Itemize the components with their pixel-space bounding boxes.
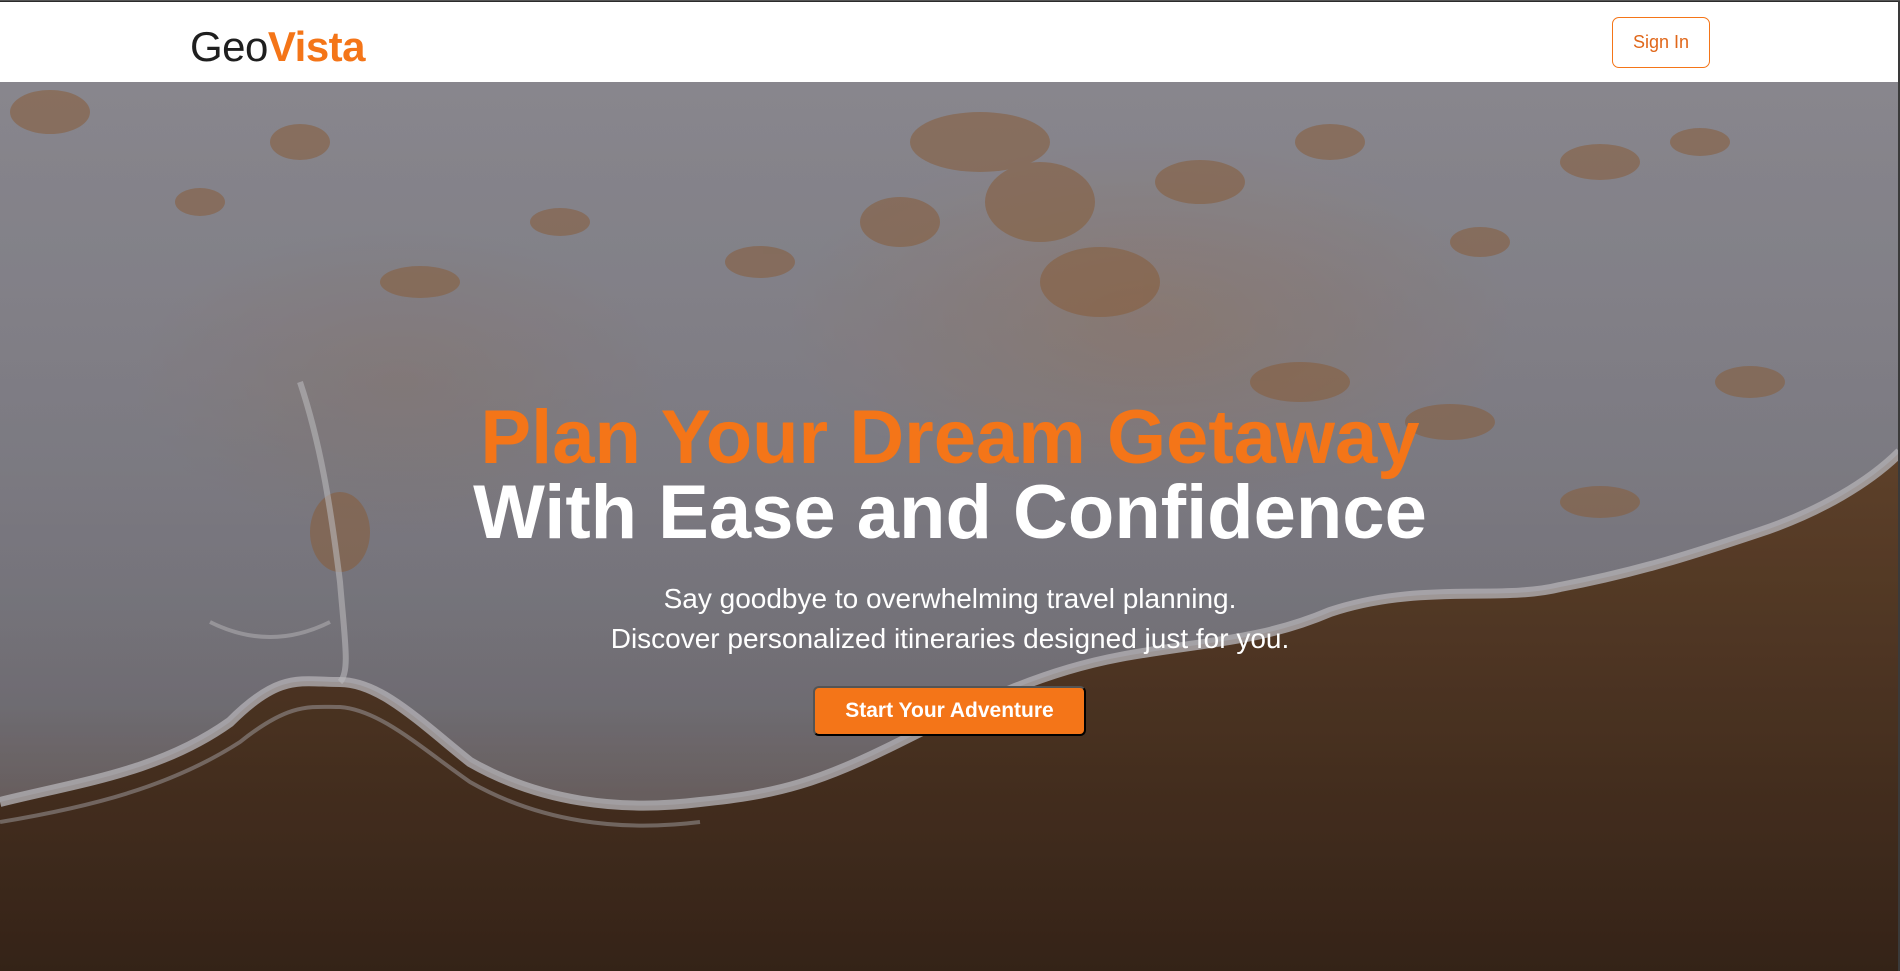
- sign-in-button[interactable]: Sign In: [1612, 17, 1710, 68]
- hero-headline: Plan Your Dream Getaway With Ease and Co…: [0, 395, 1900, 555]
- logo-geo-text: Geo: [190, 23, 268, 70]
- navbar: GeoVista Sign In: [0, 2, 1900, 82]
- headline-line-2: With Ease and Confidence: [473, 470, 1427, 555]
- logo-vista-text: Vista: [267, 23, 366, 70]
- headline-line-1: Plan Your Dream Getaway: [480, 395, 1420, 480]
- subtitle-line-2: Discover personalized itineraries design…: [610, 623, 1290, 654]
- browser-viewport: GeoVista Sign In Plan Your Dream Getaway…: [0, 0, 1900, 971]
- hero-subtitle: Say goodbye to overwhelming travel plann…: [0, 579, 1900, 659]
- logo[interactable]: GeoVista: [190, 23, 366, 70]
- hero-section: Plan Your Dream Getaway With Ease and Co…: [0, 82, 1900, 971]
- start-adventure-button[interactable]: Start Your Adventure: [813, 686, 1086, 736]
- page: GeoVista Sign In Plan Your Dream Getaway…: [0, 0, 1900, 971]
- subtitle-line-1: Say goodbye to overwhelming travel plann…: [663, 583, 1237, 614]
